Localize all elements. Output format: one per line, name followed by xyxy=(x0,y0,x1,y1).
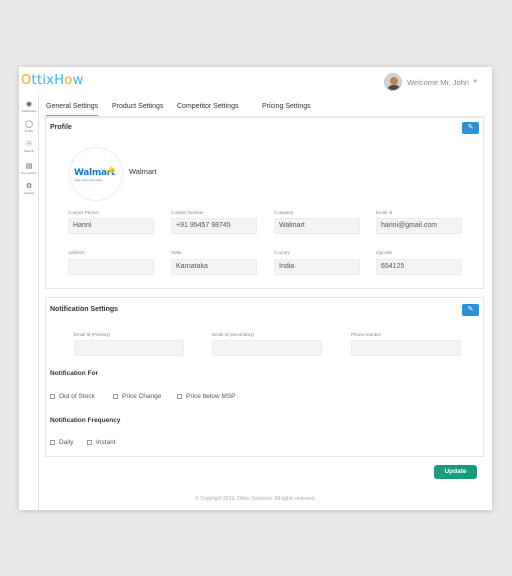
phone-field[interactable] xyxy=(351,340,461,356)
field-label-email-primary: Email Id (Primary) xyxy=(74,332,111,337)
profile-card: Profile ✎ Walmart ❋ Save money. Live bet… xyxy=(45,117,484,289)
checkbox-icon[interactable] xyxy=(50,394,55,399)
field-label-zipcode: Zipcode xyxy=(376,250,393,255)
sidebar-item-dashboard[interactable]: ◉ Dashboard xyxy=(19,101,39,113)
top-bar: OttixHow Welcome Mr. John ▼ xyxy=(19,67,492,95)
checkbox-price-below-msp[interactable]: Price below MSP xyxy=(177,393,236,400)
field-label-email: Email Id xyxy=(376,210,393,215)
state-field[interactable]: Karnataka xyxy=(171,259,257,275)
field-label-state: State xyxy=(171,250,182,255)
avatar[interactable] xyxy=(384,73,403,91)
email-field[interactable]: harini@gmail.com xyxy=(376,218,462,234)
app-logo[interactable]: OttixHow xyxy=(21,73,84,88)
tab-competitor-settings[interactable]: Competitor Settings xyxy=(177,101,238,116)
dashboard-icon: ◉ xyxy=(25,101,33,108)
field-label-address: Address xyxy=(68,250,85,255)
checkbox-price-change[interactable]: Price Change xyxy=(113,393,161,400)
chevron-down-icon[interactable]: ▼ xyxy=(472,79,478,85)
checkbox-icon[interactable] xyxy=(113,394,118,399)
tab-product-settings[interactable]: Product Settings xyxy=(112,101,163,116)
checkbox-icon[interactable] xyxy=(50,440,55,445)
mind-icon: ☉ xyxy=(25,141,33,148)
sidebar-item-mind[interactable]: ☉ Mind-P xyxy=(19,141,39,153)
tab-pricing-settings[interactable]: Pricing Settings xyxy=(262,101,311,116)
email-secondary-field[interactable] xyxy=(212,340,322,356)
checkbox-icon[interactable] xyxy=(87,440,92,445)
field-label-phone: Phone Number xyxy=(351,332,382,337)
field-label-country: Country xyxy=(274,250,290,255)
email-primary-field[interactable] xyxy=(74,340,184,356)
promotions-icon: ▤ xyxy=(25,163,33,170)
checkbox-icon[interactable] xyxy=(177,394,182,399)
notification-card: Notification Settings ✎ Email Id (Primar… xyxy=(45,297,484,457)
address-field[interactable] xyxy=(68,259,154,275)
contact-person-field[interactable]: Harini xyxy=(68,218,154,234)
footer-copyright: © Copyright 2019. Ottixo Solutions. All … xyxy=(195,496,316,502)
edit-profile-button[interactable]: ✎ xyxy=(462,122,479,134)
sidebar-item-profile[interactable]: ◯ Profile xyxy=(19,121,39,133)
sidebar-item-settings[interactable]: ⚙ Settings xyxy=(19,183,39,195)
field-label-contact-person: Contact Person xyxy=(68,210,100,215)
zipcode-field[interactable]: 654125 xyxy=(376,259,462,275)
pencil-icon: ✎ xyxy=(467,306,474,313)
checkbox-instant[interactable]: Instant xyxy=(87,439,116,446)
sidebar: ◉ Dashboard ◯ Profile ☉ Mind-P ▤ Promoti… xyxy=(19,95,39,510)
app-window: OttixHow Welcome Mr. John ▼ ◉ Dashboard … xyxy=(19,67,492,510)
checkbox-out-of-stock[interactable]: Out of Stock xyxy=(50,393,95,400)
profile-title: Profile xyxy=(50,124,72,131)
company-name: Walmart xyxy=(129,167,157,176)
field-label-contact-number: Contact Number xyxy=(171,210,204,215)
edit-notification-button[interactable]: ✎ xyxy=(462,304,479,316)
checkbox-daily[interactable]: Daily xyxy=(50,439,73,446)
company-field[interactable]: Walmart xyxy=(274,218,360,234)
country-field[interactable]: India xyxy=(274,259,360,275)
company-logo: Walmart ❋ Save money. Live better. xyxy=(69,147,123,201)
profile-icon: ◯ xyxy=(25,121,33,128)
pencil-icon: ✎ xyxy=(467,124,474,131)
welcome-text: Welcome Mr. John xyxy=(407,77,470,87)
notification-frequency-title: Notification Frequency xyxy=(50,417,121,424)
contact-number-field[interactable]: +91 95457 98745 xyxy=(171,218,257,234)
sidebar-item-promotions[interactable]: ▤ Promotions xyxy=(19,163,39,175)
notification-for-title: Notification For xyxy=(50,370,99,377)
tab-general-settings[interactable]: General Settings xyxy=(46,101,99,116)
field-label-email-secondary: Email Id (Secondary) xyxy=(212,332,255,337)
settings-icon: ⚙ xyxy=(25,183,33,190)
notification-title: Notification Settings xyxy=(50,306,119,313)
spark-icon: ❋ xyxy=(107,166,116,177)
user-menu[interactable]: Welcome Mr. John ▼ xyxy=(384,72,478,92)
update-button[interactable]: Update xyxy=(434,465,477,479)
field-label-company: Company xyxy=(274,210,294,215)
